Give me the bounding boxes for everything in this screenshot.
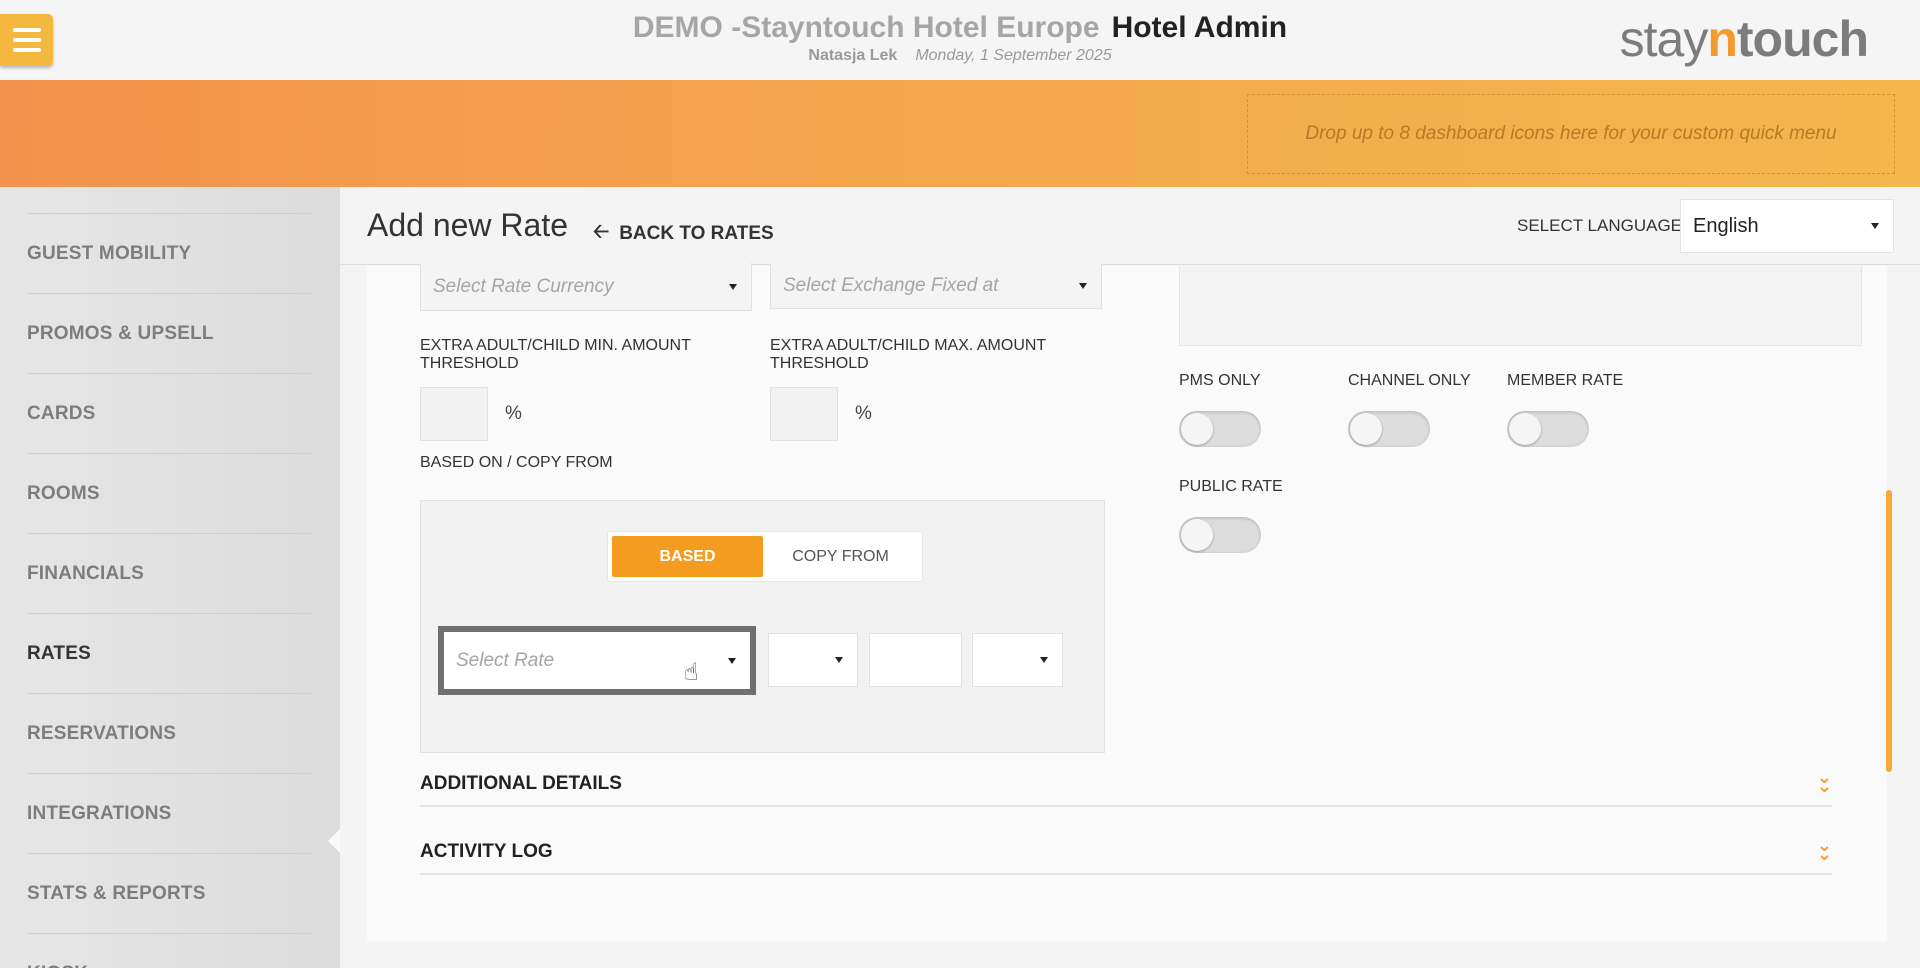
sidebar-item-promos-upsell[interactable]: PROMOS & UPSELL [27,293,313,373]
sidebar-item-guest-mobility[interactable]: GUEST MOBILITY [27,213,313,293]
page-header: Add new Rate 🡠 BACK TO RATES SELECT LANG… [340,187,1920,265]
segment-based-button[interactable]: BASED [612,536,763,577]
sidebar-item-rooms[interactable]: ROOMS [27,453,313,533]
select-rate-placeholder: Select Rate [456,649,555,671]
based-on-label: BASED ON / COPY FROM [420,454,613,471]
hand-pointer-icon: ☝ [684,659,699,686]
adjust-amount-input[interactable] [869,633,962,687]
exchange-fixed-placeholder: Select Exchange Fixed at [783,274,999,296]
business-date: Monday, 1 September 2025 [915,47,1112,64]
member-rate-toggle[interactable] [1507,411,1589,447]
min-threshold-input[interactable] [420,387,488,441]
based-on-panel: BASED COPY FROM Select Rate ☝ [420,500,1105,753]
sidebar-item-stats-reports[interactable]: STATS & REPORTS [27,853,313,933]
public-rate-label: PUBLIC RATE [1179,478,1283,495]
activity-log-section[interactable]: ACTIVITY LOG ⌄ ⌄ [420,815,1832,875]
hotel-name: DEMO -Stayntouch Hotel Europe [632,11,1100,44]
select-rate-dropdown[interactable]: Select Rate ☝ [438,626,756,695]
sidebar-item-integrations[interactable]: INTEGRATIONS [27,773,313,853]
active-item-pointer [328,829,340,853]
sidebar: GUEST MOBILITY PROMOS & UPSELL CARDS ROO… [0,187,340,968]
user-name: Natasja Lek [808,47,898,64]
pms-only-label: PMS ONLY [1179,372,1261,389]
rate-form: Select Rate Currency Select Exchange Fix… [367,263,1887,942]
max-threshold-label: EXTRA ADULT/CHILD MAX. AMOUNT THRESHOLD [770,337,1046,372]
arrow-left-icon: 🡠 [593,221,610,243]
channel-only-label: CHANNEL ONLY [1348,372,1471,389]
based-copy-segmented-control: BASED COPY FROM [607,531,923,582]
sidebar-item-kiosk[interactable]: KIOSK [27,933,313,968]
description-textarea[interactable] [1179,266,1862,346]
additional-details-label: ADDITIONAL DETAILS [420,773,622,794]
caret-down-icon [728,657,736,664]
caret-down-icon [729,283,737,290]
page-title: Add new Rate [367,207,569,243]
quick-menu-dropzone[interactable]: Drop up to 8 dashboard icons here for yo… [1247,94,1895,174]
caret-down-icon [1040,657,1048,663]
rate-currency-select[interactable]: Select Rate Currency [420,263,752,311]
rate-currency-placeholder: Select Rate Currency [433,275,614,297]
additional-details-section[interactable]: ADDITIONAL DETAILS ⌄ ⌄ [420,747,1832,807]
activity-log-label: ACTIVITY LOG [420,841,553,862]
back-to-rates-label: BACK TO RATES [619,223,774,244]
percent-sign: % [855,403,872,424]
language-value: English [1693,214,1759,237]
sidebar-item-financials[interactable]: FINANCIALS [27,533,313,613]
language-select[interactable]: English [1680,199,1894,253]
main-panel: Add new Rate 🡠 BACK TO RATES SELECT LANG… [340,187,1920,968]
stayntouch-logo: stayntouch [1619,11,1869,67]
caret-down-icon [1871,223,1879,229]
adjust-type-select[interactable] [768,633,858,687]
toggle-knob [1181,519,1213,551]
top-header: DEMO -Stayntouch Hotel Europe Hotel Admin… [0,0,1920,80]
percent-sign: % [505,403,522,424]
sidebar-item-cards[interactable]: CARDS [27,373,313,453]
exchange-fixed-select[interactable]: Select Exchange Fixed at [770,263,1102,309]
adjust-unit-select[interactable] [972,633,1063,687]
caret-down-icon [1079,282,1087,289]
sidebar-nav: GUEST MOBILITY PROMOS & UPSELL CARDS ROO… [27,213,313,968]
dashboard-band: Drop up to 8 dashboard icons here for yo… [0,80,1920,187]
language-label: SELECT LANGUAGE [1517,216,1683,235]
toggle-knob [1181,413,1213,445]
double-chevron-down-icon: ⌄ ⌄ [1816,767,1832,796]
content-scrollbar[interactable] [1886,490,1892,772]
min-threshold-label: EXTRA ADULT/CHILD MIN. AMOUNT THRESHOLD [420,337,691,372]
sidebar-item-rates[interactable]: RATES [27,613,313,693]
app-name: Hotel Admin [1111,11,1288,44]
member-rate-label: MEMBER RATE [1507,372,1624,389]
channel-only-toggle[interactable] [1348,411,1430,447]
caret-down-icon [835,657,843,663]
pms-only-toggle[interactable] [1179,411,1261,447]
toggle-knob [1350,413,1382,445]
sidebar-item-reservations[interactable]: RESERVATIONS [27,693,313,773]
back-to-rates-link[interactable]: 🡠 BACK TO RATES [593,217,774,251]
segment-copy-from-button[interactable]: COPY FROM [763,536,918,577]
double-chevron-down-icon: ⌄ ⌄ [1816,835,1832,864]
public-rate-toggle[interactable] [1179,517,1261,553]
max-threshold-input[interactable] [770,387,838,441]
toggle-knob [1509,413,1541,445]
